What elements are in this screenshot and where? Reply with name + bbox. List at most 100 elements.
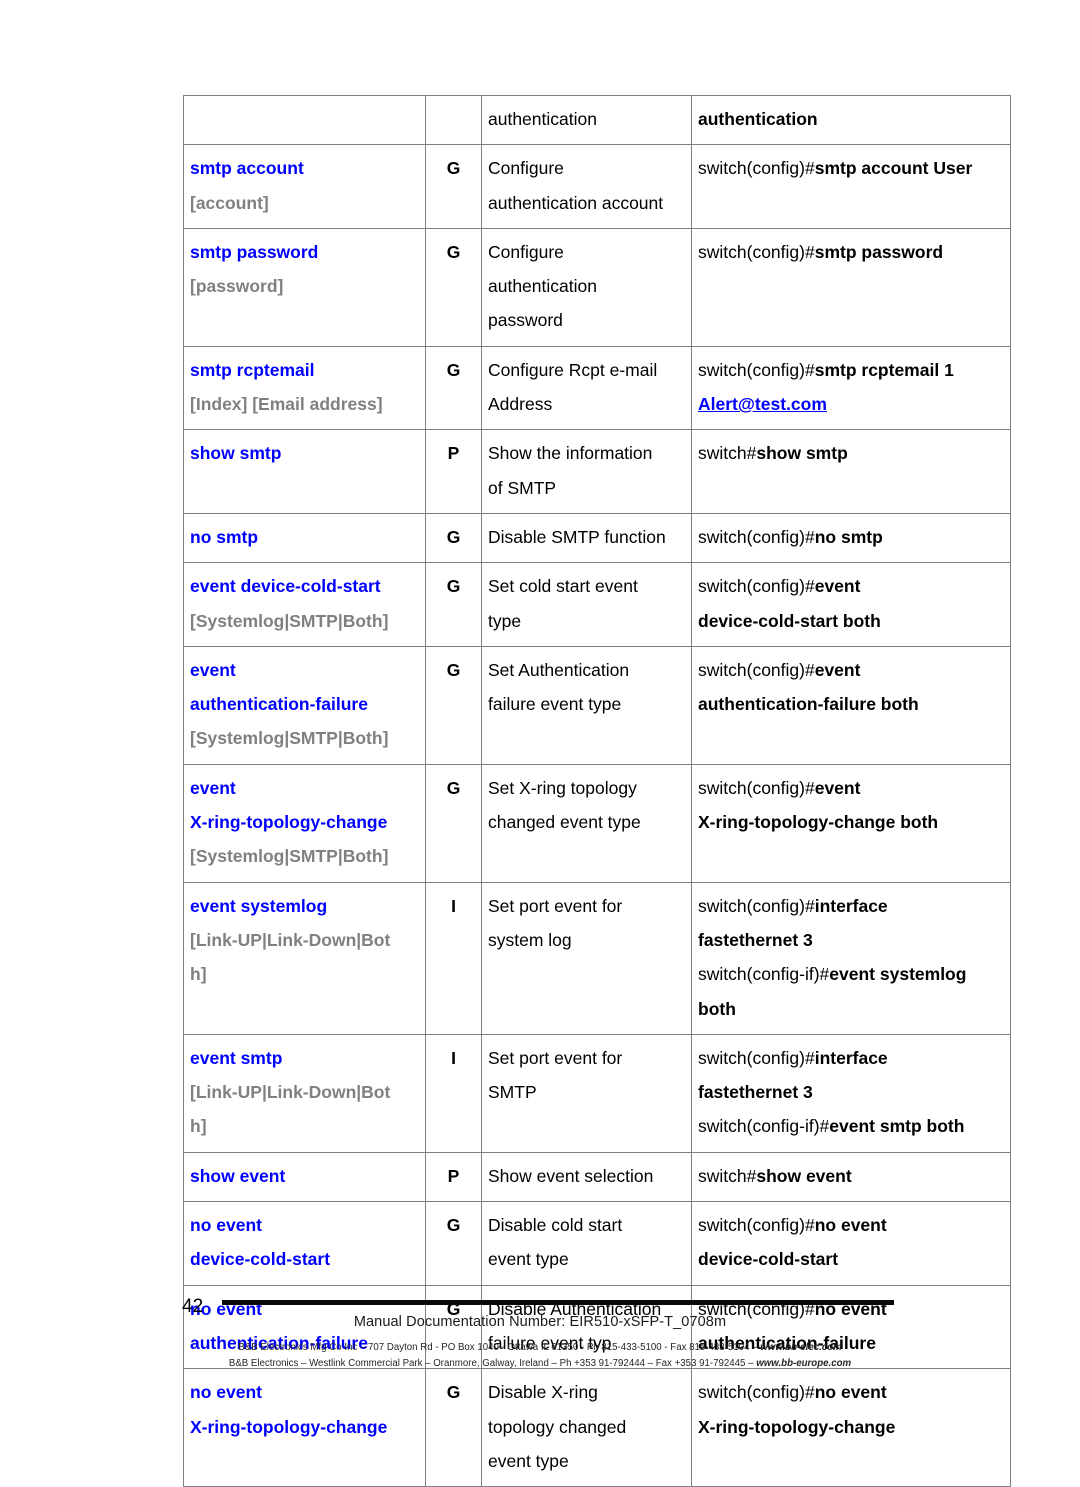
example-line: switch(config)#smtp password: [698, 235, 1004, 269]
cell-mode: P: [425, 1151, 482, 1203]
cell-description: Set cold start event type: [481, 562, 692, 647]
description-line: SMTP: [488, 1082, 537, 1103]
cli-command-text: smtp rcptemail 1: [814, 359, 954, 380]
description-line: Disable SMTP function: [488, 526, 666, 547]
cli-command-text: authentication-failure both: [698, 694, 919, 715]
email-link[interactable]: Alert@test.com: [698, 394, 827, 414]
command-argument-continuation: h]: [190, 1116, 207, 1137]
cli-prompt: switch(config)#: [698, 359, 815, 380]
example-line: switch(config)#smtp account User: [698, 151, 1004, 185]
cli-prompt: switch#: [698, 1165, 757, 1186]
cli-command-text: device-cold-start both: [698, 610, 881, 631]
cli-command-text: show event: [756, 1165, 852, 1186]
cell-command: event X-ring-topology-change [Systemlog|SM…: [183, 763, 426, 883]
cell-example: switch(config)#interface fastethernet 3 sw…: [691, 1033, 1011, 1153]
cell-example: switch(config)#no event device-cold-start: [691, 1201, 1011, 1286]
example-line: authentication: [698, 102, 1004, 136]
cell-mode: G: [425, 1201, 482, 1286]
cell-command: event authentication-failure [Systemlog|SM…: [183, 645, 426, 765]
command-reference-table: authentication authentication smtp account…: [183, 94, 1011, 1487]
command-argument: [Systemlog|SMTP|Both]: [190, 610, 389, 631]
cli-prompt: switch(config-if)#: [698, 1116, 830, 1137]
description-line: Show the information: [488, 443, 653, 464]
cell-description: Configure authentication password: [481, 227, 692, 347]
cli-command-text: authentication: [698, 109, 818, 129]
footer-address-line-eu: B&B Electronics – Westlink Commercial Pa…: [0, 1356, 1080, 1372]
cell-example: switch(config)#event authentication-failu…: [691, 645, 1011, 765]
cell-mode: I: [425, 1033, 482, 1153]
description-line: Disable X-ring: [488, 1382, 598, 1403]
cli-command-text: fastethernet 3: [698, 929, 813, 950]
cell-mode: G: [425, 645, 482, 765]
cli-prompt: switch(config)#: [698, 158, 815, 179]
cell-description: Show the information of SMTP: [481, 429, 692, 514]
cell-example: switch#show event: [691, 1151, 1011, 1203]
cell-example: authentication: [691, 94, 1011, 146]
command-name: no event: [190, 1215, 262, 1236]
table-row: smtp password [password] G Configure authent…: [183, 227, 1011, 347]
cli-prompt: switch(config)#: [698, 1382, 815, 1403]
example-line: switch(config-if)#event systemlog: [698, 957, 1004, 991]
description-line: password: [488, 310, 563, 331]
command-argument: [password]: [190, 276, 284, 297]
command-name: show smtp: [190, 443, 282, 464]
cell-description: Show event selection: [481, 1151, 692, 1203]
cli-command-text: event: [814, 777, 861, 798]
description-line: changed event type: [488, 812, 641, 833]
cell-mode: G: [425, 144, 482, 229]
table-row: smtp rcptemail [Index] [Email address] G Co…: [183, 345, 1011, 431]
command-name: event: [190, 659, 236, 680]
command-name: event smtp: [190, 1047, 283, 1068]
command-name: smtp password: [190, 241, 319, 262]
cli-command-text: interface: [814, 895, 888, 916]
cli-prompt: switch#: [698, 443, 757, 464]
cell-mode: I: [425, 881, 482, 1035]
document-page: authentication authentication smtp account…: [0, 0, 1080, 1487]
description-line: Set port event for: [488, 895, 623, 916]
example-line: switch(config)#interface: [698, 1041, 1004, 1075]
command-name: smtp rcptemail: [190, 359, 315, 380]
example-line: device-cold-start: [698, 1242, 1004, 1276]
description-line: event type: [488, 1450, 569, 1471]
cli-command-text: X-ring-topology-change both: [698, 812, 939, 833]
cell-description: Configure authentication account: [481, 144, 692, 229]
command-argument: [Systemlog|SMTP|Both]: [190, 846, 389, 867]
cell-command: smtp rcptemail [Index] [Email address]: [183, 345, 426, 431]
cell-mode: G: [425, 345, 482, 431]
footer-address-us-text: B&B Electronics Mfg Co Inc – 707 Dayton …: [238, 1342, 761, 1353]
cell-mode: G: [425, 1368, 482, 1487]
cell-mode: G: [425, 512, 482, 564]
cli-prompt: switch(config)#: [698, 1047, 815, 1068]
example-line: device-cold-start both: [698, 604, 1004, 638]
footer-url-eu: www.bb-europe.com: [756, 1357, 852, 1369]
table-body: authentication authentication smtp account…: [183, 94, 1011, 1487]
cell-mode: P: [425, 429, 482, 514]
table-row: no event X-ring-topology-change G Disable X…: [183, 1368, 1011, 1487]
cli-command-text: smtp password: [814, 241, 944, 262]
cli-command-text: fastethernet 3: [698, 1082, 813, 1103]
cell-description: Set Authentication failure event type: [481, 645, 692, 765]
command-argument: [Link-UP|Link-Down|Bot: [190, 1082, 391, 1103]
description-line: event type: [488, 1249, 569, 1270]
description-line: Show event selection: [488, 1165, 654, 1186]
description-line: Configure Rcpt e-mail: [488, 359, 658, 380]
cell-mode: [425, 94, 482, 146]
cli-command-text: no event: [814, 1215, 887, 1236]
command-name-continuation: X-ring-topology-change: [190, 812, 388, 833]
cli-prompt: switch(config-if)#: [698, 964, 830, 985]
cell-description: Set port event for SMTP: [481, 1033, 692, 1153]
cell-example: switch(config)#event device-cold-start bo…: [691, 562, 1011, 647]
cli-command-text: both: [698, 998, 736, 1019]
cell-example: switch#show smtp: [691, 429, 1011, 514]
cli-prompt: switch(config)#: [698, 576, 815, 597]
command-name: show event: [190, 1165, 286, 1186]
command-argument: [Index] [Email address]: [190, 394, 383, 415]
cell-description: Disable X-ring topology changed event type: [481, 1368, 692, 1487]
cli-command-text: device-cold-start: [698, 1249, 839, 1270]
cell-example: switch(config)#smtp password: [691, 227, 1011, 347]
example-line: Alert@test.com: [698, 387, 1004, 421]
cell-description: Disable cold start event type: [481, 1201, 692, 1286]
description-line: Set cold start event: [488, 576, 638, 597]
footer-divider-rule: [222, 1300, 894, 1305]
cell-command: event systemlog [Link-UP|Link-Down|Bot h]: [183, 881, 426, 1035]
